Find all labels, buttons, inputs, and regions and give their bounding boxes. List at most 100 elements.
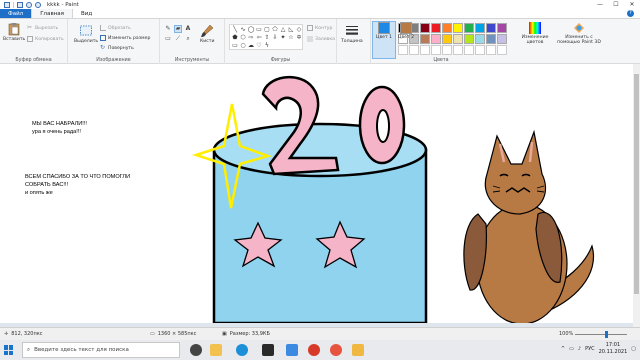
undo-icon[interactable]	[26, 1, 32, 8]
arrow-up-shape-icon[interactable]: ⇧	[263, 34, 271, 42]
tab-view[interactable]: Вид	[73, 9, 100, 18]
palette-swatch[interactable]	[464, 45, 474, 55]
crop-button[interactable]: Обрезать	[100, 25, 131, 31]
windows-start-icon[interactable]	[4, 345, 14, 355]
palette-swatch[interactable]	[420, 23, 430, 33]
cut-button[interactable]: ✂ Вырезать	[27, 25, 58, 31]
color1-button[interactable]: Цвет 1	[372, 21, 396, 59]
palette-swatch[interactable]	[453, 23, 463, 33]
callout-rect-shape-icon[interactable]: ▭	[231, 42, 239, 50]
tab-home[interactable]: Главная	[31, 9, 73, 18]
color2-button[interactable]: Цвет 2	[396, 22, 416, 40]
fill-icon[interactable]: ▰	[174, 25, 182, 33]
maximize-button[interactable]: ☐	[608, 0, 624, 9]
minimize-button[interactable]: —	[592, 0, 608, 9]
callout-cloud-shape-icon[interactable]: ☁	[247, 42, 255, 50]
recorder-icon[interactable]	[308, 344, 320, 356]
brushes-button[interactable]: Кисти	[200, 24, 214, 44]
star-four-shape-icon[interactable]: ✦	[279, 34, 287, 42]
scrollbar-thumb[interactable]	[634, 74, 639, 294]
color-picker-icon[interactable]: ⟋	[174, 35, 182, 43]
drawing-canvas[interactable]: МЫ ВАС НАБРАЛИ!!! ура я очень рада!!! ВС…	[0, 64, 633, 323]
arrow-left-shape-icon[interactable]: ⇦	[255, 34, 263, 42]
clock[interactable]: 17:01 20.11.2021	[599, 342, 628, 356]
paint-taskbar-icon[interactable]	[352, 344, 364, 356]
palette-swatch[interactable]	[442, 23, 452, 33]
palette-swatch[interactable]	[442, 45, 452, 55]
oval-shape-icon[interactable]: ◯	[247, 26, 255, 34]
resize-button[interactable]: Изменить размер	[100, 35, 150, 41]
star-five-shape-icon[interactable]: ☆	[287, 34, 295, 42]
heart-shape-icon[interactable]: ♡	[255, 42, 263, 50]
palette-swatch[interactable]	[420, 45, 430, 55]
network-icon[interactable]: ▭	[569, 346, 574, 352]
hexagon-shape-icon[interactable]: ⬡	[239, 34, 247, 42]
palette-swatch[interactable]	[497, 34, 507, 44]
eraser-icon[interactable]: ▭	[164, 35, 172, 43]
size-button[interactable]: Толщина	[341, 24, 363, 44]
palette-swatch[interactable]	[409, 45, 419, 55]
edit-colors-button[interactable]: Изменение цветов	[517, 22, 553, 45]
lightning-shape-icon[interactable]: ϟ	[263, 42, 271, 50]
fill-dropdown[interactable]: Заливка	[307, 36, 335, 42]
palette-swatch[interactable]	[486, 45, 496, 55]
vertical-scrollbar[interactable]	[633, 64, 640, 327]
paste-button[interactable]: Вставить	[3, 22, 25, 42]
zoom-slider-thumb[interactable]	[605, 331, 608, 338]
palette-swatch[interactable]	[475, 34, 485, 44]
magnifier-icon[interactable]: ⌕	[184, 35, 192, 43]
palette-swatch[interactable]	[464, 34, 474, 44]
close-button[interactable]: ✕	[624, 0, 640, 9]
palette-swatch[interactable]	[431, 23, 441, 33]
star-six-shape-icon[interactable]: ✡	[295, 34, 303, 42]
notifications-icon[interactable]: ▢	[631, 346, 636, 352]
store-icon[interactable]	[262, 344, 274, 356]
pentagon-shape-icon[interactable]: ⬟	[231, 34, 239, 42]
text-icon[interactable]: A	[184, 25, 192, 33]
volume-icon[interactable]: ♪	[578, 346, 581, 352]
outline-dropdown[interactable]: Контур	[307, 25, 332, 31]
palette-swatch[interactable]	[442, 34, 452, 44]
rotate-button[interactable]: ↻ Повернуть	[100, 45, 134, 51]
palette-swatch[interactable]	[398, 45, 408, 55]
right-triangle-shape-icon[interactable]: ◺	[287, 26, 295, 34]
shapes-gallery[interactable]: ╲ ∿ ◯ ▭ ▢ ⬠ △ ◺ ◇ ⬟ ⬡ ⇨ ⇦ ⇧ ⇩ ✦ ☆ ✡ ▭ ○ …	[229, 24, 303, 50]
palette-swatch[interactable]	[453, 34, 463, 44]
diamond-shape-icon[interactable]: ◇	[295, 26, 303, 34]
palette-swatch[interactable]	[420, 34, 430, 44]
palette-swatch[interactable]	[497, 45, 507, 55]
rounded-rectangle-shape-icon[interactable]: ▢	[263, 26, 271, 34]
file-explorer-icon[interactable]	[210, 344, 222, 356]
palette-swatch[interactable]	[431, 34, 441, 44]
palette-swatch[interactable]	[431, 45, 441, 55]
pencil-icon[interactable]: ✎	[164, 25, 172, 33]
line-shape-icon[interactable]: ╲	[231, 26, 239, 34]
cortana-icon[interactable]	[190, 344, 202, 356]
arrow-down-shape-icon[interactable]: ⇩	[271, 34, 279, 42]
redo-icon[interactable]	[35, 1, 41, 8]
palette-swatch[interactable]	[453, 45, 463, 55]
palette-swatch[interactable]	[486, 23, 496, 33]
chevron-up-icon[interactable]: ^	[561, 346, 565, 352]
app-icon[interactable]	[286, 344, 298, 356]
arrow-right-shape-icon[interactable]: ⇨	[247, 34, 255, 42]
taskbar-search-box[interactable]: ⌕ Введите здесь текст для поиска	[22, 342, 180, 358]
help-icon[interactable]: ?	[627, 10, 634, 17]
rectangle-shape-icon[interactable]: ▭	[255, 26, 263, 34]
edge-icon[interactable]	[236, 344, 248, 356]
palette-swatch[interactable]	[475, 45, 485, 55]
paint3d-button[interactable]: Изменить с помощью Paint 3D	[557, 22, 601, 45]
curve-shape-icon[interactable]: ∿	[239, 26, 247, 34]
callout-oval-shape-icon[interactable]: ○	[239, 42, 247, 50]
select-button[interactable]: Выделить	[74, 24, 98, 44]
palette-swatch[interactable]	[497, 23, 507, 33]
palette-swatch[interactable]	[464, 23, 474, 33]
copy-button[interactable]: Копировать	[27, 36, 64, 42]
save-icon[interactable]	[17, 1, 23, 8]
palette-swatch[interactable]	[486, 34, 496, 44]
browser-icon[interactable]	[330, 344, 342, 356]
language-indicator[interactable]: РУС	[585, 346, 595, 352]
palette-swatch[interactable]	[475, 23, 485, 33]
zoom-slider[interactable]	[575, 334, 627, 335]
triangle-shape-icon[interactable]: △	[279, 26, 287, 34]
